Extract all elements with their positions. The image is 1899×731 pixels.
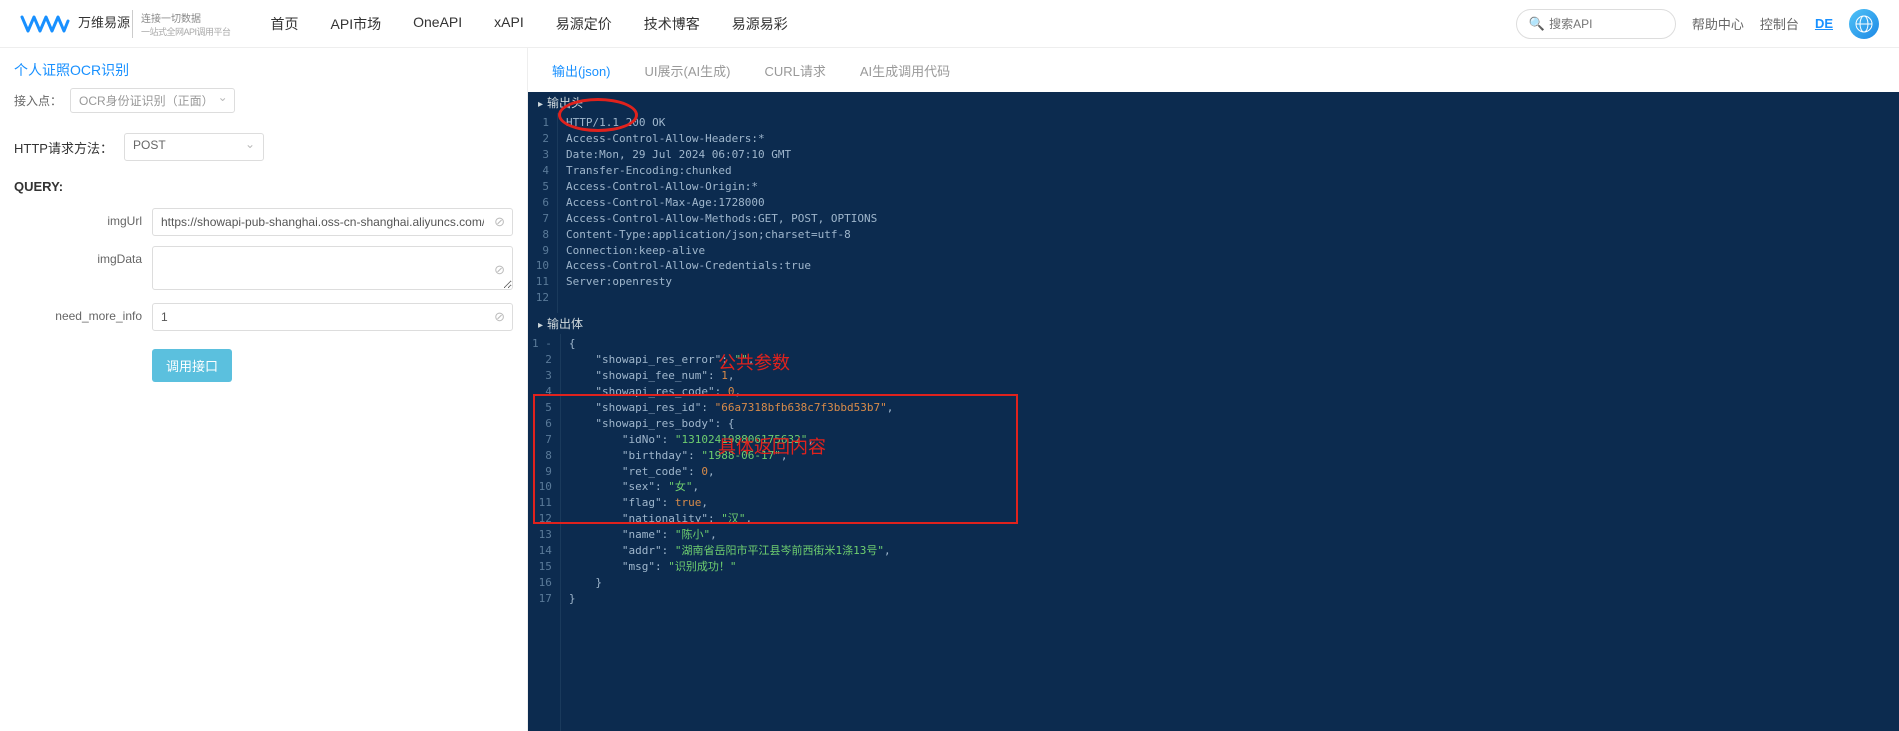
search-input[interactable] [1549, 17, 1663, 31]
nav-xapi[interactable]: xAPI [494, 14, 524, 34]
logo-sub2: 一站式全网API调用平台 [141, 25, 231, 38]
nav-links: 首页 API市场 OneAPI xAPI 易源定价 技术博客 易源易彩 [271, 14, 1516, 34]
query-heading: QUERY: [14, 179, 513, 194]
collapse-icon [538, 96, 543, 110]
submit-button[interactable]: 调用接口 [152, 349, 232, 382]
needmore-input[interactable] [152, 303, 513, 331]
needmore-row: need_more_info ⊘ [14, 303, 513, 331]
tab-ai-code[interactable]: AI生成调用代码 [856, 51, 954, 90]
help-link[interactable]: 帮助中心 [1692, 14, 1744, 33]
search-icon: 🔍 [1529, 16, 1545, 32]
imgurl-row: imgUrl ⊘ [14, 208, 513, 236]
http-method-row: HTTP请求方法： POST [14, 133, 513, 161]
nav-pricing[interactable]: 易源定价 [556, 14, 612, 34]
left-panel: 个人证照OCR识别 接入点： OCR身份证识别（正面） HTTP请求方法： PO… [0, 48, 528, 731]
imgurl-input[interactable] [152, 208, 513, 236]
logo-text-cn: 万维易源 [78, 16, 130, 30]
body-code[interactable]: 1 -234567891011121314151617 { "showapi_r… [528, 334, 1899, 731]
http-method-select[interactable]: POST [124, 133, 264, 161]
api-title: 个人证照OCR识别 [14, 60, 513, 88]
avatar-globe-icon [1855, 15, 1873, 33]
console-link[interactable]: 控制台 [1760, 14, 1799, 33]
nav-yicai[interactable]: 易源易彩 [732, 14, 788, 34]
access-select[interactable]: OCR身份证识别（正面） [70, 88, 235, 113]
clear-icon[interactable]: ⊘ [494, 309, 505, 325]
imgdata-input[interactable] [152, 246, 513, 290]
main-split: 个人证照OCR识别 接入点： OCR身份证识别（正面） HTTP请求方法： PO… [0, 48, 1899, 731]
logo-icon [20, 13, 70, 35]
code-area: 输出头 123456789101112 HTTP/1.1 200 OKAcces… [528, 92, 1899, 731]
nav-oneapi[interactable]: OneAPI [413, 14, 462, 34]
right-panel: 输出(json) UI展示(AI生成) CURL请求 AI生成调用代码 输出头 … [528, 48, 1899, 731]
output-headers-title[interactable]: 输出头 [528, 92, 1899, 113]
clear-icon[interactable]: ⊘ [494, 214, 505, 230]
de-badge[interactable]: DE [1815, 16, 1833, 31]
logo-sub1: 连接一切数据 [141, 10, 231, 25]
avatar[interactable] [1849, 9, 1879, 39]
nav-home[interactable]: 首页 [271, 14, 299, 34]
http-label: HTTP请求方法： [14, 138, 114, 157]
imgdata-label: imgData [14, 246, 152, 266]
clear-icon[interactable]: ⊘ [494, 262, 505, 278]
output-body-title[interactable]: 输出体 [528, 313, 1899, 334]
output-tabs: 输出(json) UI展示(AI生成) CURL请求 AI生成调用代码 [528, 48, 1899, 92]
access-point-row: 接入点： OCR身份证识别（正面） [14, 88, 513, 113]
imgurl-label: imgUrl [14, 208, 152, 228]
search-box[interactable]: 🔍 [1516, 9, 1676, 39]
headers-code[interactable]: 123456789101112 HTTP/1.1 200 OKAccess-Co… [528, 113, 1899, 313]
top-nav: 万维易源 连接一切数据 一站式全网API调用平台 首页 API市场 OneAPI… [0, 0, 1899, 48]
nav-blog[interactable]: 技术博客 [644, 14, 700, 34]
tab-ui-ai[interactable]: UI展示(AI生成) [641, 51, 735, 90]
access-label: 接入点： [14, 92, 62, 109]
tab-curl[interactable]: CURL请求 [760, 51, 829, 90]
right-tools: 🔍 帮助中心 控制台 DE [1516, 9, 1879, 39]
logo-area[interactable]: 万维易源 连接一切数据 一站式全网API调用平台 [20, 10, 231, 38]
nav-api-market[interactable]: API市场 [331, 14, 382, 34]
needmore-label: need_more_info [14, 303, 152, 323]
imgdata-row: imgData ⊘ [14, 246, 513, 293]
tab-output-json[interactable]: 输出(json) [548, 51, 615, 90]
collapse-icon [538, 317, 543, 331]
